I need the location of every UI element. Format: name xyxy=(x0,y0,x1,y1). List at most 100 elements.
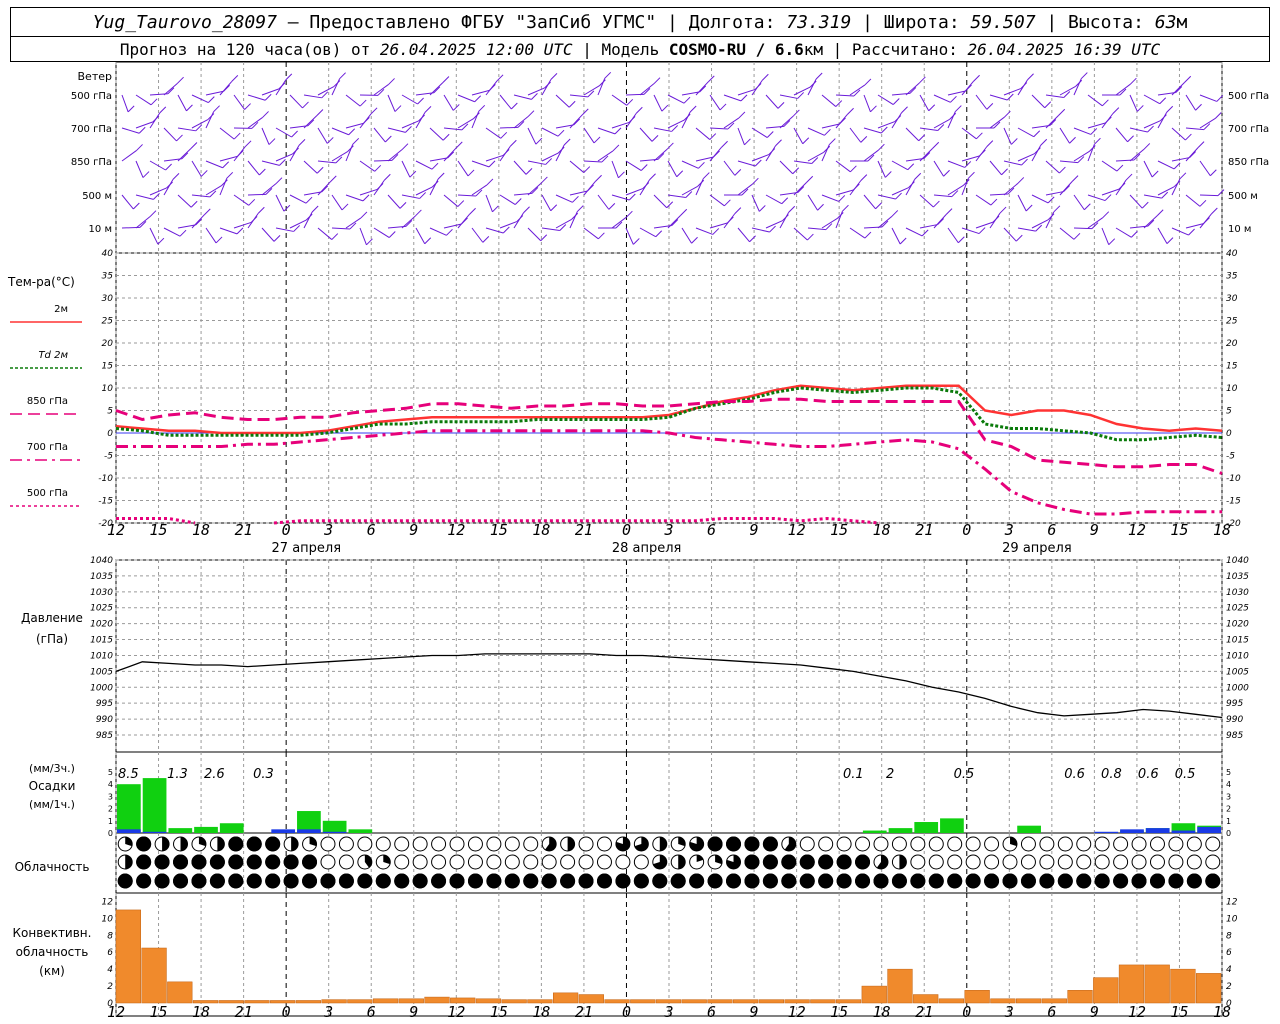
wind-barb xyxy=(947,160,965,168)
wind-barb xyxy=(877,94,894,105)
cloud-symbol-middle xyxy=(1039,854,1055,870)
wind-barb-feather xyxy=(945,208,953,215)
wind-barb xyxy=(667,160,678,177)
wind-barb-feather xyxy=(932,141,940,149)
cloud-fill xyxy=(173,854,189,870)
wind-barb-feather xyxy=(1166,237,1174,244)
precip-y-tick-right: 3 xyxy=(1226,792,1231,801)
precip-y-tick: 5 xyxy=(108,768,113,777)
wind-barb xyxy=(751,227,770,233)
cloud-fill xyxy=(265,836,281,852)
wind-barb xyxy=(751,194,760,212)
cloud-symbol-upper xyxy=(1039,836,1055,852)
wind-barb-feather xyxy=(943,169,950,177)
wind-barb-feather xyxy=(875,202,882,210)
wind-barb-feather xyxy=(1040,138,1048,146)
wind-barb xyxy=(303,115,318,129)
wind-barb xyxy=(905,127,920,142)
precip-hourly-bar xyxy=(297,829,321,833)
wind-barb xyxy=(177,94,187,112)
wind-level-label: 850 гПа xyxy=(71,157,112,168)
cloud-fill xyxy=(1094,873,1110,889)
time-tick-label: 15 xyxy=(490,521,508,539)
conv-y-tick-right: 8 xyxy=(1226,931,1232,941)
cloud-symbol-upper xyxy=(394,836,410,852)
conv-y-tick: 10 xyxy=(102,914,114,924)
wind-barb xyxy=(765,194,782,205)
wind-barb-feather xyxy=(283,204,291,212)
pressure-y-tick-right: 990 xyxy=(1226,715,1243,725)
wind-barb xyxy=(555,194,573,203)
wind-barb xyxy=(751,79,763,96)
wind-barb-feather xyxy=(573,118,581,126)
wind-barb-feather xyxy=(769,225,776,233)
wind-barb-feather xyxy=(550,73,558,80)
wind-barb xyxy=(863,127,882,134)
time-tick-label: 0 xyxy=(622,1003,631,1021)
wind-barb-feather xyxy=(195,218,203,226)
cloud-symbol-upper xyxy=(523,836,539,852)
conv-bar xyxy=(578,994,604,1004)
wind-barb-feather xyxy=(734,207,742,214)
pressure-y-tick-right: 1030 xyxy=(1226,588,1249,598)
cloud-fill xyxy=(873,873,889,889)
wind-barb-feather xyxy=(950,95,957,103)
cloud-fill xyxy=(467,873,483,889)
wind-barb-feather xyxy=(383,173,391,181)
wind-barb xyxy=(135,94,152,106)
temp-y-tick: -10 xyxy=(98,474,113,484)
wind-barb-feather xyxy=(1159,97,1167,105)
cloud-fill xyxy=(1131,873,1147,889)
wind-barb xyxy=(933,160,944,177)
wind-barb-feather xyxy=(550,204,558,212)
cloud-symbol-middle xyxy=(615,854,631,870)
wind-barb-feather xyxy=(305,196,313,204)
wind-barb xyxy=(779,115,794,129)
cloud-fill xyxy=(1205,873,1221,889)
cloud-fill xyxy=(265,873,281,889)
wind-barb-feather xyxy=(264,93,272,101)
wind-barb-feather xyxy=(1125,173,1133,181)
wind-barb xyxy=(863,194,876,210)
cloud-symbol-upper xyxy=(873,836,889,852)
wind-barb xyxy=(485,194,493,212)
precip-hourly-bar xyxy=(117,829,141,833)
conv-y-tick-right: 12 xyxy=(1226,897,1238,907)
wind-barb-feather xyxy=(1015,234,1023,242)
wind-barb xyxy=(149,160,166,171)
time-tick-label: 15 xyxy=(830,1003,848,1021)
precip-bar xyxy=(117,784,141,833)
wind-barb-feather xyxy=(186,104,193,112)
cloud-symbol-upper xyxy=(1149,836,1165,852)
wind-barb xyxy=(443,147,457,162)
wind-barb-feather xyxy=(248,198,256,206)
cloud-symbol-upper xyxy=(1057,836,1073,852)
wind-barb xyxy=(401,94,418,105)
conv-bar xyxy=(1093,977,1119,1004)
wind-barb-feather xyxy=(316,166,324,174)
temp-y-tick-right: 15 xyxy=(1226,362,1238,372)
conv-bar xyxy=(398,998,424,1004)
wind-barb xyxy=(709,194,725,207)
wind-barb-feather xyxy=(608,203,616,210)
wind-barb-feather xyxy=(683,96,691,104)
cloud-fill xyxy=(302,873,318,889)
wind-barb xyxy=(989,212,1001,229)
precip-bar xyxy=(1017,825,1041,833)
wind-barb xyxy=(513,116,529,129)
wind-title: Ветер xyxy=(78,70,112,83)
wind-barb xyxy=(723,213,736,229)
wind-barb xyxy=(723,160,736,176)
wind-barb xyxy=(891,112,902,129)
cloud-fill xyxy=(180,837,188,851)
time-tick-label: 6 xyxy=(707,1003,716,1021)
wind-barb xyxy=(849,84,866,96)
time-tick-label: 6 xyxy=(1047,1003,1056,1021)
conv-bar xyxy=(810,999,836,1004)
temp-y-tick: -5 xyxy=(104,452,113,462)
precip-value-label: 2.6 xyxy=(204,767,225,782)
wind-level-label: 500 м xyxy=(82,191,112,202)
cloud-fill xyxy=(173,873,189,889)
wind-barb xyxy=(905,227,923,237)
wind-barb xyxy=(989,160,1002,176)
